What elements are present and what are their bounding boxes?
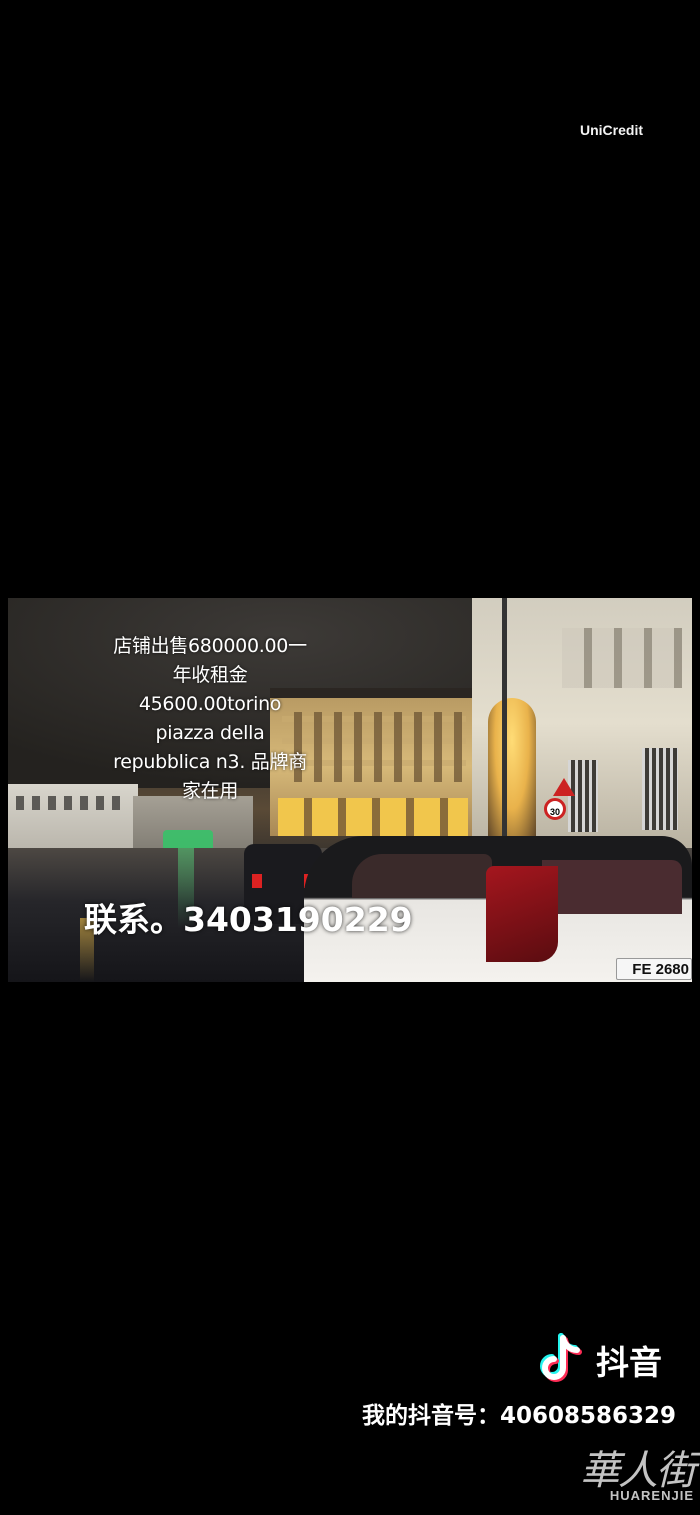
watermark-cjk: 華人街 [580,1448,696,1494]
contact-phone: 联系。3403190229 [84,900,413,939]
watermark-logo: 華人街 HUARENJIE [554,1448,696,1510]
tiktok-logo-icon [530,1331,588,1389]
caption-line: 家在用 [181,780,239,802]
barred-window [642,748,678,830]
caption-line: piazza della [155,722,265,744]
tiktok-name: 抖音 [596,1343,662,1382]
tail-light [252,874,262,888]
caption-text: 店铺出售680000.00一 年收租金 45600.00torino piazz… [80,632,340,806]
caption-line: 店铺出售680000.00一 [113,635,307,657]
side-window [352,854,492,898]
tiktok-brand: 抖音 [530,1330,662,1390]
rear-window [542,860,682,914]
caption-line: 年收租金 [172,664,248,686]
caption-line: repubblica n3. 品牌商 [113,751,307,773]
license-plate: FE 2680 [616,958,692,980]
tiktok-id: 我的抖音号：40608586329 [361,1403,676,1429]
speed-limit-sign: 30 [544,798,566,820]
shutters [562,628,682,688]
lamp-pole [502,598,507,838]
warning-sign-icon [553,778,575,796]
lit-archway [488,698,536,838]
bank-sign: UniCredit [580,122,643,138]
caption-line: 45600.00torino [138,693,282,715]
tail-light [486,866,558,962]
watermark-latin: HUARENJIE [609,1488,694,1503]
barred-window [568,760,598,832]
